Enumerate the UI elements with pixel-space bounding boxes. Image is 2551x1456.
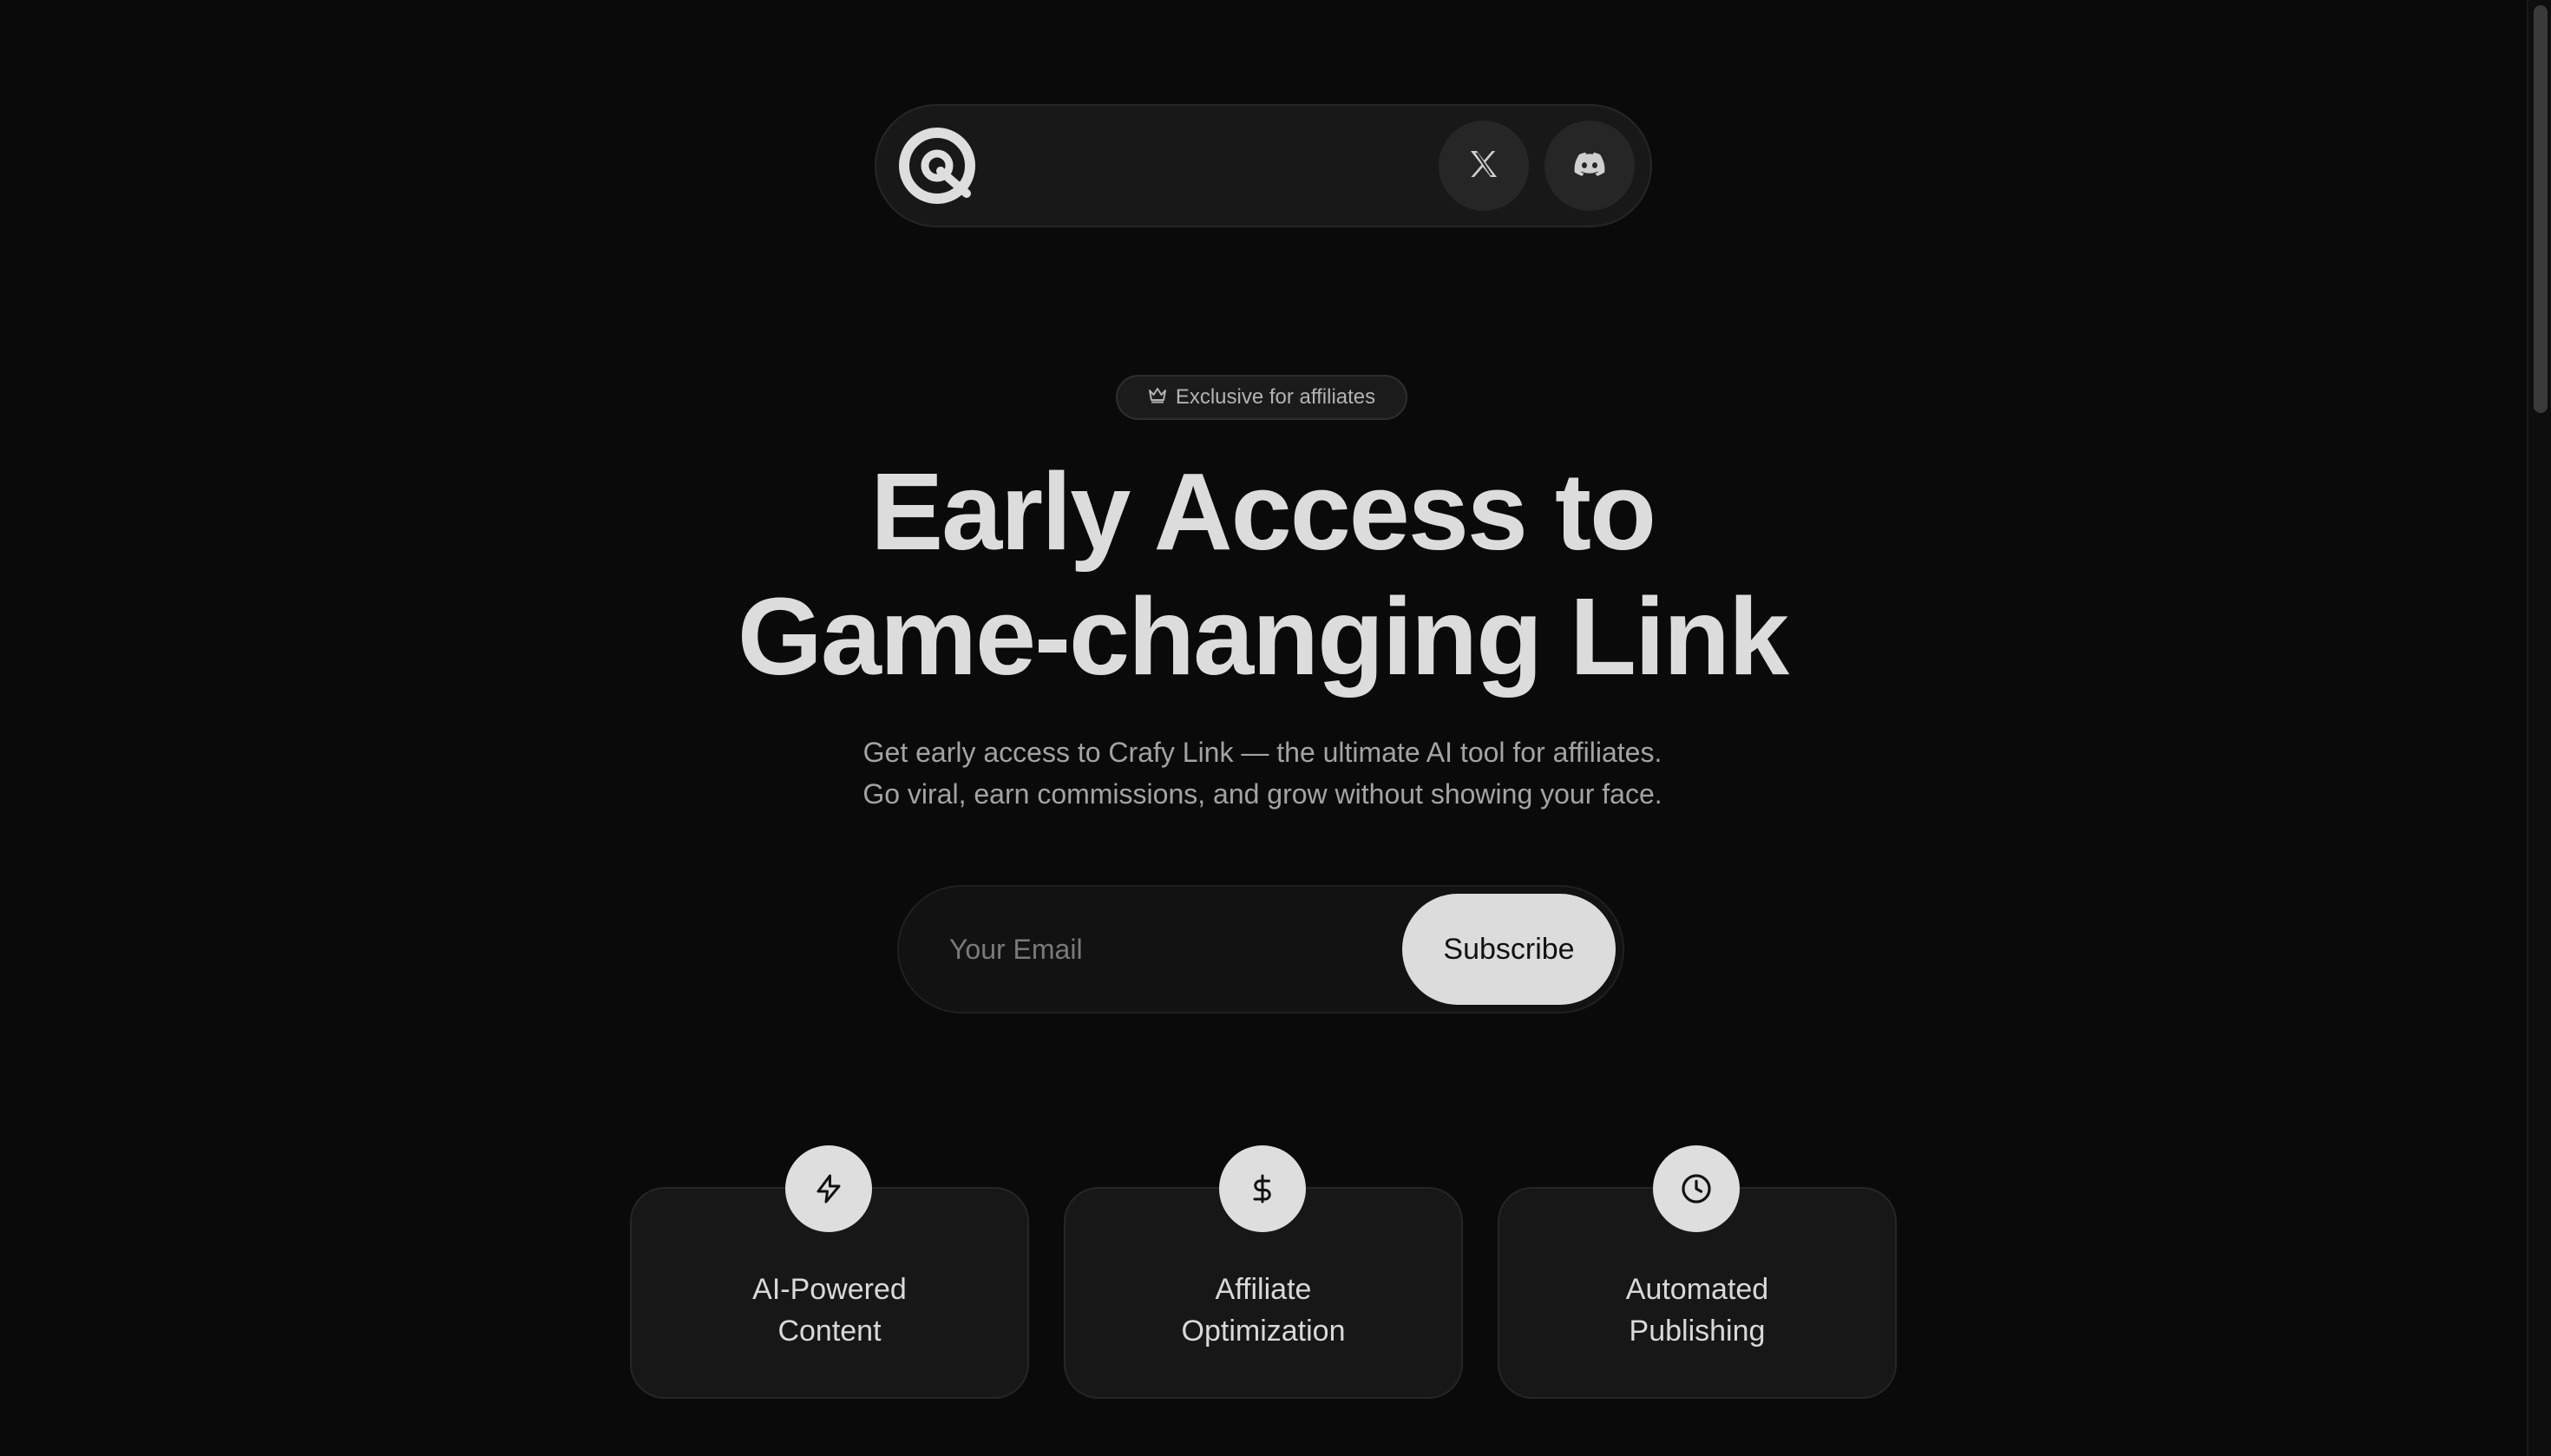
feature-label-line-2: Content bbox=[777, 1315, 882, 1348]
exclusive-badge: Exclusive for affiliates bbox=[1116, 375, 1407, 420]
hero-title-line-2: Game-changing Link bbox=[737, 575, 1789, 698]
subscribe-form: Subscribe bbox=[897, 885, 1624, 1013]
feature-label-line-1: Automated bbox=[1625, 1273, 1769, 1306]
feature-label: Affiliate Optimization bbox=[1066, 1269, 1461, 1352]
hero-subtitle-line-2: Go viral, earn commissions, and grow wit… bbox=[862, 778, 1662, 810]
discord-button[interactable] bbox=[1544, 121, 1635, 211]
hero-subtitle-line-1: Get early access to Crafy Link — the ult… bbox=[862, 737, 1662, 768]
feature-label: AI-Powered Content bbox=[632, 1269, 1027, 1352]
email-input[interactable] bbox=[949, 933, 1402, 966]
feature-label-line-2: Optimization bbox=[1181, 1315, 1346, 1348]
top-nav bbox=[875, 104, 1652, 227]
feature-label-line-1: Affiliate bbox=[1215, 1273, 1312, 1306]
crafy-link-logo-icon[interactable] bbox=[897, 126, 977, 206]
x-twitter-button[interactable] bbox=[1439, 121, 1529, 211]
subscribe-button[interactable]: Subscribe bbox=[1402, 894, 1616, 1005]
badge-text: Exclusive for affiliates bbox=[1175, 385, 1376, 409]
landing-page: Exclusive for affiliates Early Access to… bbox=[0, 0, 2551, 1456]
dollar-sign-icon bbox=[1219, 1145, 1306, 1232]
hero-subtitle: Get early access to Crafy Link — the ult… bbox=[0, 731, 2525, 815]
lightning-bolt-icon bbox=[785, 1145, 872, 1232]
feature-label-line-1: AI-Powered bbox=[752, 1273, 907, 1306]
clock-icon bbox=[1653, 1145, 1740, 1232]
x-twitter-icon bbox=[1466, 147, 1501, 186]
feature-label: Automated Publishing bbox=[1499, 1269, 1895, 1352]
hero-title: Early Access to Game-changing Link bbox=[0, 449, 2525, 699]
discord-icon bbox=[1574, 152, 1605, 180]
scrollbar-thumb[interactable] bbox=[2534, 5, 2548, 413]
hero-title-line-1: Early Access to bbox=[870, 450, 1656, 573]
page-scrollbar[interactable] bbox=[2527, 0, 2551, 1456]
feature-label-line-2: Publishing bbox=[1629, 1315, 1766, 1348]
crown-icon bbox=[1148, 385, 1167, 410]
